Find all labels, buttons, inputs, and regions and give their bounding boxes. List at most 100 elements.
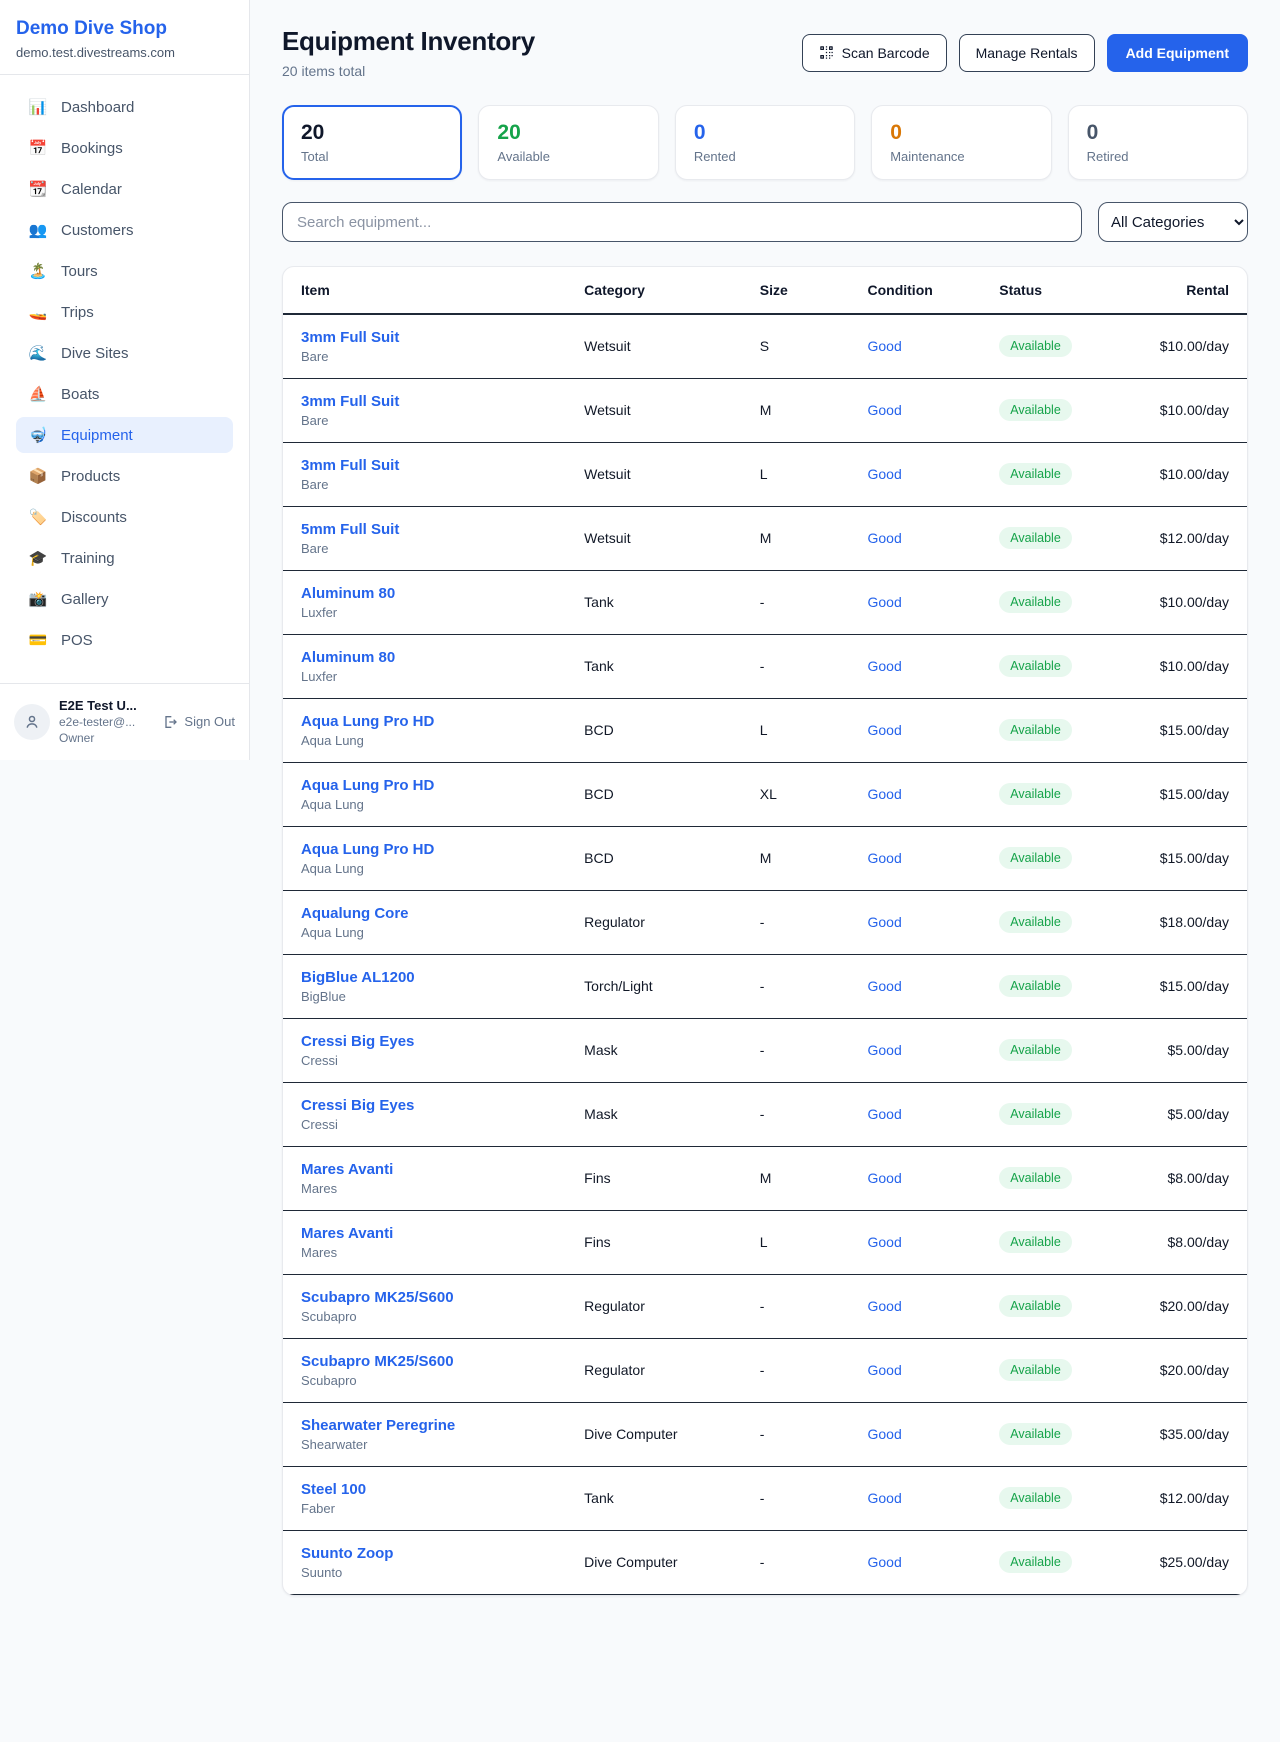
stat-card-total[interactable]: 20 Total	[282, 105, 462, 180]
condition-link[interactable]: Good	[867, 1170, 901, 1186]
condition-link[interactable]: Good	[867, 914, 901, 930]
sidebar-item-gallery[interactable]: 📸 Gallery	[16, 581, 233, 617]
item-rental-rate: $12.00/day	[1137, 506, 1247, 570]
item-category: Wetsuit	[574, 378, 750, 442]
item-brand: Faber	[301, 1501, 564, 1516]
condition-link[interactable]: Good	[867, 1234, 901, 1250]
item-category: Fins	[574, 1146, 750, 1210]
status-badge: Available	[999, 975, 1072, 997]
stat-card-rented[interactable]: 0 Rented	[675, 105, 855, 180]
item-rental-rate: $15.00/day	[1137, 698, 1247, 762]
condition-link[interactable]: Good	[867, 1042, 901, 1058]
item-name-link[interactable]: 3mm Full Suit	[301, 329, 564, 346]
sidebar-item-label: Calendar	[61, 181, 122, 198]
sidebar-item-tours[interactable]: 🏝️ Tours	[16, 253, 233, 289]
condition-link[interactable]: Good	[867, 594, 901, 610]
condition-link[interactable]: Good	[867, 530, 901, 546]
item-name-link[interactable]: Aluminum 80	[301, 649, 564, 666]
condition-link[interactable]: Good	[867, 1490, 901, 1506]
item-name-link[interactable]: Mares Avanti	[301, 1161, 564, 1178]
item-category: Mask	[574, 1018, 750, 1082]
item-category: BCD	[574, 762, 750, 826]
item-name-link[interactable]: Aqua Lung Pro HD	[301, 841, 564, 858]
scan-barcode-button[interactable]: Scan Barcode	[802, 34, 947, 72]
item-name-link[interactable]: Aqualung Core	[301, 905, 564, 922]
trips-icon: 🚤	[28, 303, 48, 321]
sign-out-label: Sign Out	[184, 714, 235, 729]
condition-link[interactable]: Good	[867, 722, 901, 738]
item-name-link[interactable]: Cressi Big Eyes	[301, 1033, 564, 1050]
condition-link[interactable]: Good	[867, 850, 901, 866]
item-brand: Bare	[301, 413, 564, 428]
condition-link[interactable]: Good	[867, 786, 901, 802]
status-badge: Available	[999, 1551, 1072, 1573]
item-name-link[interactable]: 3mm Full Suit	[301, 393, 564, 410]
table-row: Aqualung Core Aqua Lung Regulator - Good…	[283, 890, 1247, 954]
condition-link[interactable]: Good	[867, 658, 901, 674]
header-actions: Scan Barcode Manage Rentals Add Equipmen…	[802, 34, 1248, 72]
item-name-link[interactable]: Cressi Big Eyes	[301, 1097, 564, 1114]
item-name-link[interactable]: 3mm Full Suit	[301, 457, 564, 474]
item-rental-rate: $10.00/day	[1137, 378, 1247, 442]
filters-row: All Categories	[282, 202, 1248, 242]
item-name-link[interactable]: Suunto Zoop	[301, 1545, 564, 1562]
condition-link[interactable]: Good	[867, 1106, 901, 1122]
sidebar-item-dashboard[interactable]: 📊 Dashboard	[16, 89, 233, 125]
condition-link[interactable]: Good	[867, 978, 901, 994]
condition-link[interactable]: Good	[867, 402, 901, 418]
item-brand: Bare	[301, 349, 564, 364]
item-name-link[interactable]: Shearwater Peregrine	[301, 1417, 564, 1434]
sign-out-button[interactable]: Sign Out	[162, 714, 235, 730]
stat-card-retired[interactable]: 0 Retired	[1068, 105, 1248, 180]
table-row: 3mm Full Suit Bare Wetsuit L Good Availa…	[283, 442, 1247, 506]
condition-link[interactable]: Good	[867, 1426, 901, 1442]
category-select[interactable]: All Categories	[1098, 202, 1248, 242]
sidebar-item-customers[interactable]: 👥 Customers	[16, 212, 233, 248]
item-size: -	[750, 1530, 858, 1594]
item-name-link[interactable]: Aqua Lung Pro HD	[301, 777, 564, 794]
item-name-link[interactable]: 5mm Full Suit	[301, 521, 564, 538]
item-size: L	[750, 698, 858, 762]
search-input[interactable]	[282, 202, 1082, 242]
brand-block: Demo Dive Shop demo.test.divestreams.com	[0, 0, 249, 75]
bookings-icon: 📅	[28, 139, 48, 157]
condition-link[interactable]: Good	[867, 466, 901, 482]
item-brand: Shearwater	[301, 1437, 564, 1452]
sidebar-item-label: Trips	[61, 304, 94, 321]
sidebar-item-dive-sites[interactable]: 🌊 Dive Sites	[16, 335, 233, 371]
item-brand: Aqua Lung	[301, 925, 564, 940]
condition-link[interactable]: Good	[867, 1298, 901, 1314]
item-name-link[interactable]: Scubapro MK25/S600	[301, 1289, 564, 1306]
item-category: Wetsuit	[574, 506, 750, 570]
stat-card-available[interactable]: 20 Available	[478, 105, 658, 180]
status-badge: Available	[999, 847, 1072, 869]
item-name-link[interactable]: Aqua Lung Pro HD	[301, 713, 564, 730]
item-size: -	[750, 1018, 858, 1082]
item-name-link[interactable]: Aluminum 80	[301, 585, 564, 602]
sidebar-item-training[interactable]: 🎓 Training	[16, 540, 233, 576]
item-name-link[interactable]: Steel 100	[301, 1481, 564, 1498]
condition-link[interactable]: Good	[867, 1362, 901, 1378]
sidebar-item-trips[interactable]: 🚤 Trips	[16, 294, 233, 330]
item-name-link[interactable]: Mares Avanti	[301, 1225, 564, 1242]
condition-link[interactable]: Good	[867, 1554, 901, 1570]
sidebar-item-products[interactable]: 📦 Products	[16, 458, 233, 494]
item-name-link[interactable]: Scubapro MK25/S600	[301, 1353, 564, 1370]
add-equipment-label: Add Equipment	[1126, 45, 1229, 61]
sidebar-item-equipment[interactable]: 🤿 Equipment	[16, 417, 233, 453]
sidebar-item-label: Training	[61, 550, 115, 567]
sidebar-item-boats[interactable]: ⛵ Boats	[16, 376, 233, 412]
sidebar-item-pos[interactable]: 💳 POS	[16, 622, 233, 658]
stat-card-maintenance[interactable]: 0 Maintenance	[871, 105, 1051, 180]
manage-rentals-button[interactable]: Manage Rentals	[959, 34, 1095, 72]
condition-link[interactable]: Good	[867, 338, 901, 354]
item-name-link[interactable]: BigBlue AL1200	[301, 969, 564, 986]
equipment-table-card: Item Category Size Condition Status Rent…	[282, 266, 1248, 1596]
sidebar-item-calendar[interactable]: 📆 Calendar	[16, 171, 233, 207]
sidebar-item-label: Bookings	[61, 140, 123, 157]
brand-title: Demo Dive Shop	[16, 18, 233, 40]
add-equipment-button[interactable]: Add Equipment	[1107, 34, 1248, 72]
item-category: Tank	[574, 1466, 750, 1530]
sidebar-item-discounts[interactable]: 🏷️ Discounts	[16, 499, 233, 535]
sidebar-item-bookings[interactable]: 📅 Bookings	[16, 130, 233, 166]
